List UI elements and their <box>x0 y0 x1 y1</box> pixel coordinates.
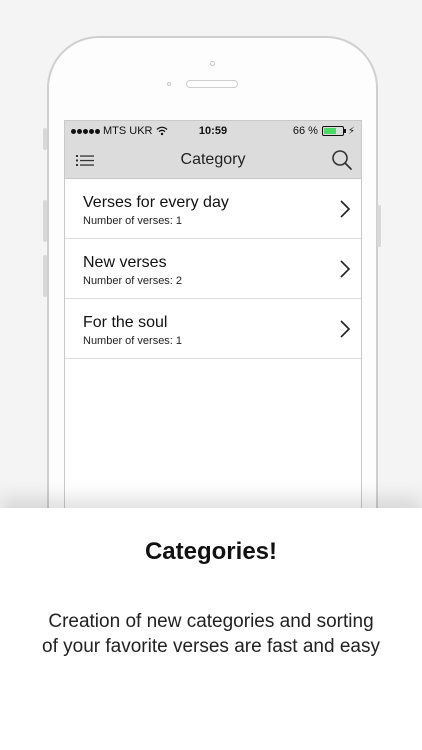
battery-percentage: 66 % <box>292 125 318 137</box>
status-bar: MTS UKR 10:59 66 % ⚡ <box>65 121 361 141</box>
category-list: Verses for every day Number of verses: 1… <box>65 179 361 359</box>
phone-power-button <box>377 205 381 247</box>
category-title: For the soul <box>83 314 168 331</box>
charging-bolt-icon: ⚡ <box>347 125 355 137</box>
proximity-sensor <box>167 82 171 86</box>
earpiece-speaker <box>186 80 238 88</box>
category-item-for-the-soul[interactable]: For the soul Number of verses: 1 <box>65 299 361 359</box>
phone-volume-down <box>43 255 47 297</box>
category-verse-count: Number of verses: 1 <box>83 335 183 347</box>
battery-icon <box>321 126 346 136</box>
phone-volume-up <box>43 200 47 242</box>
category-item-verses-for-every-day[interactable]: Verses for every day Number of verses: 1 <box>65 179 361 239</box>
category-title: Verses for every day <box>83 194 229 211</box>
front-camera <box>210 61 215 66</box>
phone-mute-switch <box>43 128 47 150</box>
promo-description-line-1: Creation of new categories and sorting <box>48 611 374 632</box>
chevron-right-icon <box>340 320 351 338</box>
nav-title: Category <box>180 151 246 168</box>
promo-description-line-2: of your favorite verses are fast and eas… <box>42 636 380 657</box>
promo-headline: Categories! <box>144 538 278 565</box>
app-screen: MTS UKR 10:59 66 % ⚡ Category Verses for… <box>64 120 362 520</box>
category-verse-count: Number of verses: 1 <box>83 215 183 227</box>
search-icon[interactable] <box>331 149 353 171</box>
category-verse-count: Number of verses: 2 <box>83 275 183 287</box>
navigation-bar: Category <box>65 141 361 179</box>
promo-description: Creation of new categories and sorting o… <box>20 609 402 659</box>
chevron-right-icon <box>340 260 351 278</box>
category-item-new-verses[interactable]: New verses Number of verses: 2 <box>65 239 361 299</box>
chevron-right-icon <box>340 200 351 218</box>
category-title: New verses <box>83 254 167 271</box>
